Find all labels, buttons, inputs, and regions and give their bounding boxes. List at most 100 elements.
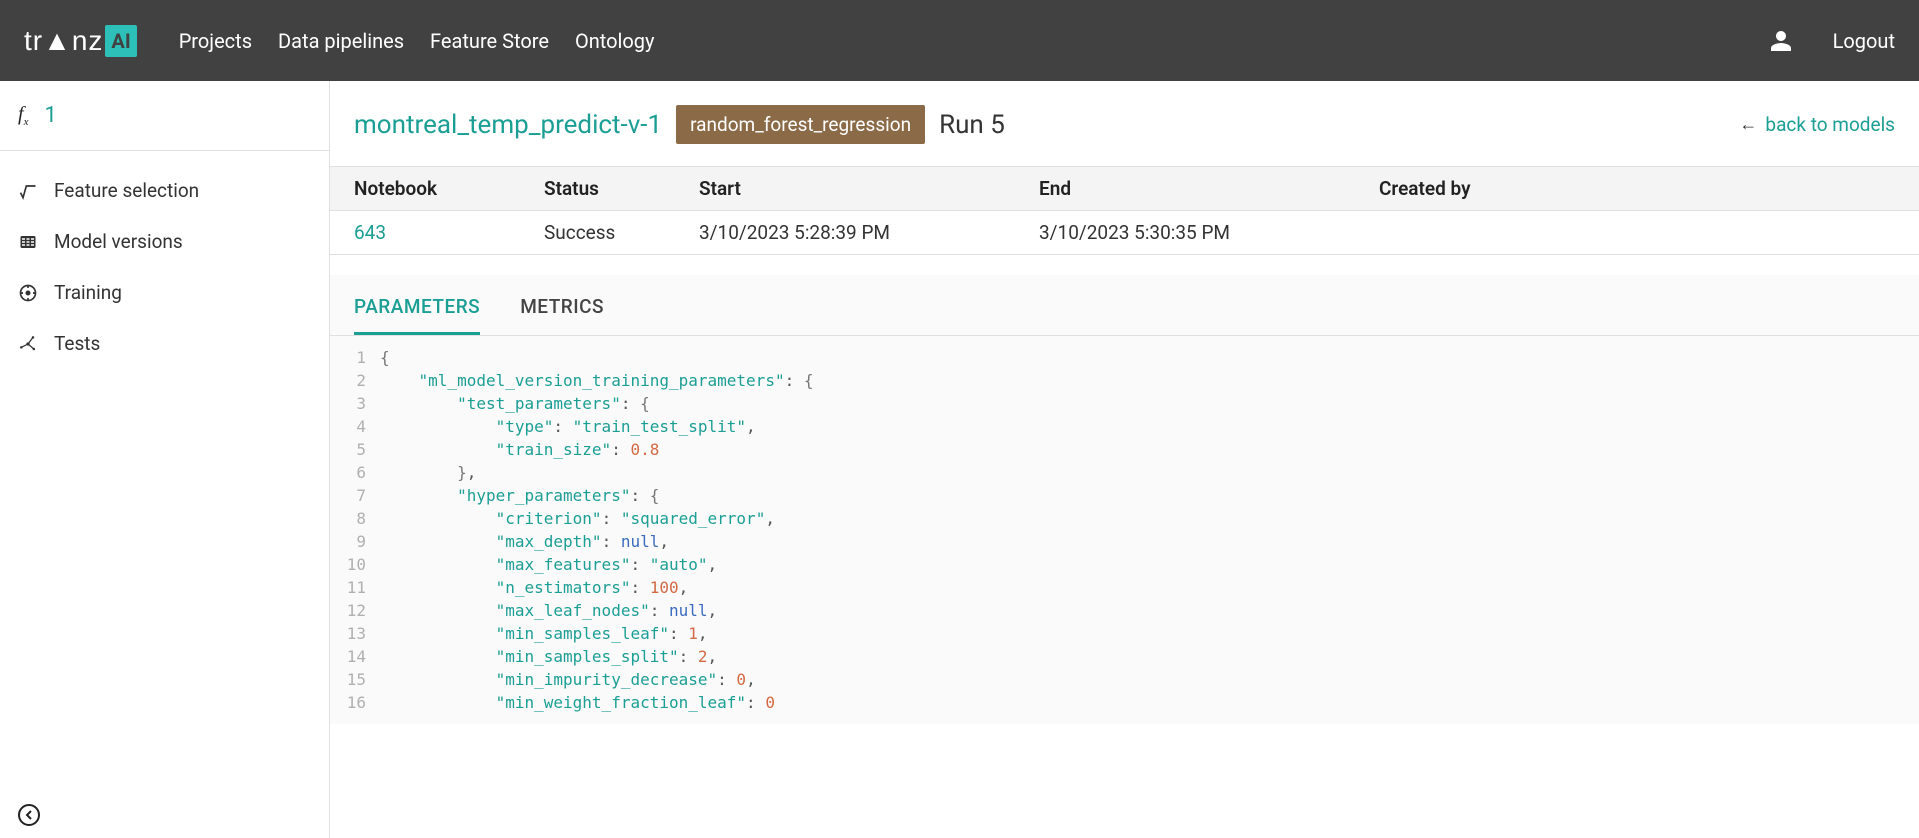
nav-projects[interactable]: Projects [179, 29, 252, 53]
code-line: 4 "type": "train_test_split", [330, 415, 1919, 438]
model-name[interactable]: montreal_temp_predict-v-1 [354, 110, 662, 140]
col-start: Start [675, 167, 1015, 211]
line-content: "test_parameters": { [380, 392, 650, 415]
col-status: Status [520, 167, 675, 211]
line-number: 7 [330, 484, 380, 507]
line-content: "train_size": 0.8 [380, 438, 659, 461]
code-line: 11 "n_estimators": 100, [330, 576, 1919, 599]
fx-icon: fx [18, 103, 28, 128]
code-line: 12 "max_leaf_nodes": null, [330, 599, 1919, 622]
cell-start: 3/10/2023 5:28:39 PM [675, 211, 1015, 255]
line-content: { [380, 346, 390, 369]
code-line: 3 "test_parameters": { [330, 392, 1919, 415]
code-line: 7 "hyper_parameters": { [330, 484, 1919, 507]
col-end: End [1015, 167, 1355, 211]
cell-created-by [1355, 211, 1919, 255]
line-number: 2 [330, 369, 380, 392]
col-created-by: Created by [1355, 167, 1919, 211]
chevron-left-icon [24, 810, 34, 820]
line-content: "ml_model_version_training_parameters": … [380, 369, 813, 392]
code-line: 5 "train_size": 0.8 [330, 438, 1919, 461]
topbar: tr▲nz AI Projects Data pipelines Feature… [0, 0, 1919, 81]
code-viewer: 1{2 "ml_model_version_training_parameter… [330, 336, 1919, 724]
table-header-row: Notebook Status Start End Created by [330, 167, 1919, 211]
sidebar-item-model-versions[interactable]: Model versions [0, 216, 329, 267]
code-line: 8 "criterion": "squared_error", [330, 507, 1919, 530]
line-content: "criterion": "squared_error", [380, 507, 775, 530]
content: montreal_temp_predict-v-1 random_forest_… [330, 81, 1919, 838]
line-number: 16 [330, 691, 380, 714]
line-number: 11 [330, 576, 380, 599]
back-link-label: back to models [1765, 113, 1895, 136]
collapse-sidebar-button[interactable] [18, 804, 40, 826]
line-content: "min_samples_leaf": 1, [380, 622, 708, 645]
sidebar: fx 1 Feature selection Model versions Tr… [0, 81, 330, 838]
code-line: 13 "min_samples_leaf": 1, [330, 622, 1919, 645]
sidebar-item-feature-selection[interactable]: Feature selection [0, 165, 329, 216]
code-line: 10 "max_features": "auto", [330, 553, 1919, 576]
line-number: 10 [330, 553, 380, 576]
code-line: 15 "min_impurity_decrease": 0, [330, 668, 1919, 691]
logo-text: tr▲nz [24, 25, 103, 57]
sidebar-item-label: Feature selection [54, 179, 199, 202]
line-content: }, [380, 461, 476, 484]
line-content: "max_features": "auto", [380, 553, 717, 576]
code-line: 16 "min_weight_fraction_leaf": 0 [330, 691, 1919, 714]
line-number: 1 [330, 346, 380, 369]
top-nav: Projects Data pipelines Feature Store On… [179, 29, 655, 53]
line-content: "min_impurity_decrease": 0, [380, 668, 756, 691]
content-header: montreal_temp_predict-v-1 random_forest_… [330, 81, 1919, 166]
line-content: "type": "train_test_split", [380, 415, 756, 438]
line-number: 13 [330, 622, 380, 645]
tabs: PARAMETERS METRICS [330, 275, 1919, 336]
training-icon [18, 283, 38, 303]
line-number: 12 [330, 599, 380, 622]
nav-feature-store[interactable]: Feature Store [430, 29, 549, 53]
cell-status: Success [520, 211, 675, 255]
line-number: 9 [330, 530, 380, 553]
table-row: 643 Success 3/10/2023 5:28:39 PM 3/10/20… [330, 211, 1919, 255]
fx-row: fx 1 [0, 81, 329, 151]
tab-parameters[interactable]: PARAMETERS [354, 295, 480, 335]
run-table: Notebook Status Start End Created by 643… [330, 166, 1919, 255]
code-line: 6 }, [330, 461, 1919, 484]
grid-icon [18, 232, 38, 252]
arrow-left-icon: ← [1739, 114, 1757, 135]
code-line: 1{ [330, 346, 1919, 369]
line-number: 14 [330, 645, 380, 668]
logo-ai-box: AI [105, 25, 136, 57]
tests-icon [18, 334, 38, 354]
sidebar-item-label: Model versions [54, 230, 183, 253]
tab-metrics[interactable]: METRICS [520, 295, 604, 335]
line-number: 4 [330, 415, 380, 438]
line-content: "min_samples_split": 2, [380, 645, 717, 668]
run-title: Run 5 [939, 110, 1005, 140]
line-content: "n_estimators": 100, [380, 576, 688, 599]
line-content: "min_weight_fraction_leaf": 0 [380, 691, 775, 714]
nav-ontology[interactable]: Ontology [575, 29, 655, 53]
notebook-link[interactable]: 643 [354, 221, 386, 244]
logout-link[interactable]: Logout [1833, 29, 1895, 53]
fx-number: 1 [44, 103, 56, 128]
cell-end: 3/10/2023 5:30:35 PM [1015, 211, 1355, 255]
line-number: 6 [330, 461, 380, 484]
nav-data-pipelines[interactable]: Data pipelines [278, 29, 404, 53]
user-icon[interactable] [1769, 29, 1793, 53]
back-to-models-link[interactable]: ← back to models [1739, 113, 1895, 136]
model-type-badge: random_forest_regression [676, 105, 925, 144]
code-line: 9 "max_depth": null, [330, 530, 1919, 553]
line-content: "max_depth": null, [380, 530, 669, 553]
line-content: "max_leaf_nodes": null, [380, 599, 717, 622]
line-number: 8 [330, 507, 380, 530]
sidebar-item-training[interactable]: Training [0, 267, 329, 318]
line-number: 3 [330, 392, 380, 415]
line-number: 5 [330, 438, 380, 461]
col-notebook: Notebook [330, 167, 520, 211]
sidebar-item-tests[interactable]: Tests [0, 318, 329, 369]
sqrt-icon [18, 181, 38, 201]
line-number: 15 [330, 668, 380, 691]
code-line: 14 "min_samples_split": 2, [330, 645, 1919, 668]
line-content: "hyper_parameters": { [380, 484, 659, 507]
code-line: 2 "ml_model_version_training_parameters"… [330, 369, 1919, 392]
logo[interactable]: tr▲nz AI [24, 25, 137, 57]
